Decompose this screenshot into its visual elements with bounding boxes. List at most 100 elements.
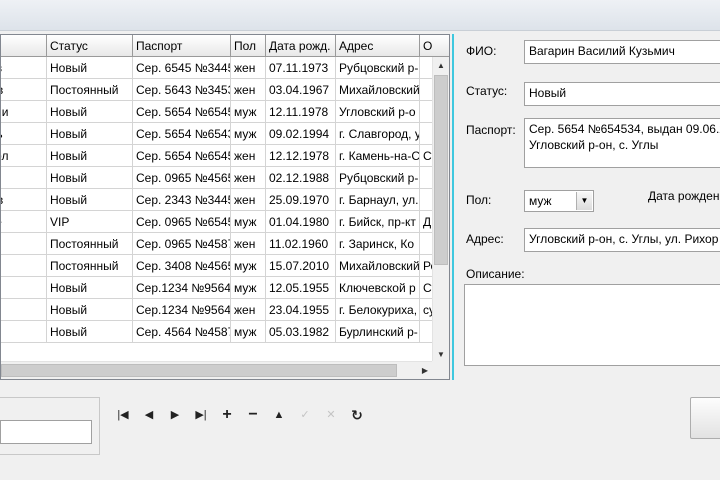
cell-address[interactable]: Рубцовский р-: [336, 57, 420, 79]
cell-status[interactable]: Постоянный: [47, 255, 133, 277]
table-row[interactable]: р Иванов ПостоянныйСер. 5643 №3453жен03.0…: [1, 79, 433, 101]
fio-field[interactable]: Вагарин Василий Кузьмич: [524, 40, 720, 64]
cell-passport[interactable]: Сер. 0965 №4587: [133, 233, 231, 255]
table-row[interactable]: а Петров НовыйСер. 6545 №3445жен07.11.197…: [1, 57, 433, 79]
cell-address[interactable]: г. Барнаул, ул.: [336, 189, 420, 211]
table-row[interactable]: й Василь НовыйСер. 5654 №6543муж09.02.199…: [1, 123, 433, 145]
action-button[interactable]: [690, 397, 720, 439]
scroll-right-icon[interactable]: ▶: [417, 362, 433, 379]
cell-passport[interactable]: Сер. 6545 №3445: [133, 57, 231, 79]
chevron-down-icon[interactable]: ▼: [576, 192, 592, 210]
cell-sex[interactable]: муж: [231, 321, 266, 343]
cell-birthdate[interactable]: 23.04.1955: [266, 299, 336, 321]
cell-name[interactable]: р Иванов: [1, 189, 47, 211]
cell-name[interactable]: ил Арк: [1, 277, 47, 299]
cell-status[interactable]: Новый: [47, 101, 133, 123]
cell-sex[interactable]: жен: [231, 233, 266, 255]
cell-name[interactable]: ида Пав: [1, 233, 47, 255]
table-row[interactable]: теевичНовыйСер. 4564 №4587муж05.03.1982Б…: [1, 321, 433, 343]
cell-birthdate[interactable]: 12.12.1978: [266, 145, 336, 167]
cell-passport[interactable]: Сер. 2343 №3445: [133, 189, 231, 211]
table-row[interactable]: ил Игоре VIPСер. 0965 №6545муж01.04.1980г…: [1, 211, 433, 233]
cell-birthdate[interactable]: 12.11.1978: [266, 101, 336, 123]
table-row[interactable]: на СергеНовыйСер. 0965 №4565жен02.12.198…: [1, 167, 433, 189]
table-row[interactable]: АндреевПостоянныйСер. 3408 №4565муж15.07…: [1, 255, 433, 277]
description-field[interactable]: [464, 284, 720, 366]
cell-status[interactable]: Новый: [47, 277, 133, 299]
cell-passport[interactable]: Сер. 4564 №4587: [133, 321, 231, 343]
cell-passport[interactable]: Сер. 5654 №6545: [133, 101, 231, 123]
cell-birthdate[interactable]: 02.12.1988: [266, 167, 336, 189]
clients-grid[interactable]: Статус Паспорт Пол Дата рожд. Адрес О а …: [0, 34, 450, 380]
post-record-icon[interactable]: ✓: [294, 405, 316, 425]
cell-sex[interactable]: муж: [231, 255, 266, 277]
cell-birthdate[interactable]: 25.09.1970: [266, 189, 336, 211]
table-row[interactable]: р Иванов НовыйСер. 2343 №3445жен25.09.197…: [1, 189, 433, 211]
column-header-address[interactable]: Адрес: [336, 35, 420, 57]
column-header-birthdate[interactable]: Дата рожд.: [266, 35, 336, 57]
grid-horizontal-scrollbar[interactable]: ▶: [1, 361, 433, 379]
table-row[interactable]: а ЛьвовНовыйСер.1234 №9564жен23.04.1955г…: [1, 299, 433, 321]
column-header-status[interactable]: Статус: [47, 35, 133, 57]
cell-sex[interactable]: муж: [231, 123, 266, 145]
vertical-scroll-thumb[interactable]: [434, 75, 448, 265]
cell-sex[interactable]: жен: [231, 57, 266, 79]
sex-select[interactable]: муж ▼: [524, 190, 594, 212]
cancel-record-icon[interactable]: ✕: [320, 405, 342, 425]
first-record-icon[interactable]: |◀: [112, 405, 134, 425]
cell-sex[interactable]: муж: [231, 277, 266, 299]
panel-splitter[interactable]: [452, 34, 454, 380]
cell-status[interactable]: Новый: [47, 321, 133, 343]
cell-address[interactable]: Угловский р-о: [336, 101, 420, 123]
cell-name[interactable]: ил Игоре: [1, 211, 47, 233]
cell-address[interactable]: г. Камень-на-С: [336, 145, 420, 167]
cell-sex[interactable]: муж: [231, 101, 266, 123]
cell-name[interactable]: на Анатол: [1, 145, 47, 167]
cell-status[interactable]: Новый: [47, 299, 133, 321]
cell-passport[interactable]: Сер. 3408 №4565: [133, 255, 231, 277]
cell-birthdate[interactable]: 15.07.2010: [266, 255, 336, 277]
grid-vertical-scrollbar[interactable]: ▲ ▼: [432, 57, 449, 363]
cell-sex[interactable]: жен: [231, 299, 266, 321]
column-header-description[interactable]: О: [420, 35, 449, 57]
cell-birthdate[interactable]: 07.11.1973: [266, 57, 336, 79]
cell-address[interactable]: Михайловский: [336, 79, 420, 101]
cell-sex[interactable]: жен: [231, 79, 266, 101]
cell-passport[interactable]: Сер. 0965 №6545: [133, 211, 231, 233]
cell-birthdate[interactable]: 12.05.1955: [266, 277, 336, 299]
cell-status[interactable]: Постоянный: [47, 79, 133, 101]
cell-passport[interactable]: Сер. 5654 №6543: [133, 123, 231, 145]
table-row[interactable]: ил АркНовыйСер.1234 №9564муж12.05.1955Кл…: [1, 277, 433, 299]
table-row[interactable]: ий Кузьми НовыйСер. 5654 №6545муж12.11.19…: [1, 101, 433, 123]
column-header-name[interactable]: [1, 35, 47, 57]
add-record-icon[interactable]: +: [216, 405, 238, 425]
cell-address[interactable]: Михайловский: [336, 255, 420, 277]
scroll-up-icon[interactable]: ▲: [433, 57, 449, 74]
cell-name[interactable]: й Василь: [1, 123, 47, 145]
cell-name[interactable]: р Иванов: [1, 79, 47, 101]
cell-status[interactable]: Новый: [47, 167, 133, 189]
cell-passport[interactable]: Сер. 5654 №6545: [133, 145, 231, 167]
table-row[interactable]: ида ПавПостоянныйСер. 0965 №4587жен11.02…: [1, 233, 433, 255]
cell-address[interactable]: г. Славгород, у: [336, 123, 420, 145]
edit-record-icon[interactable]: ▲: [268, 405, 290, 425]
cell-address[interactable]: Бурлинский р-: [336, 321, 420, 343]
cell-address[interactable]: г. Заринск, Ко: [336, 233, 420, 255]
prev-record-icon[interactable]: ◀: [138, 405, 160, 425]
passport-field[interactable]: Сер. 5654 №654534, выдан 09.06.2 Угловск…: [524, 118, 720, 168]
search-input[interactable]: [0, 420, 92, 444]
column-header-passport[interactable]: Паспорт: [133, 35, 231, 57]
cell-birthdate[interactable]: 03.04.1967: [266, 79, 336, 101]
cell-passport[interactable]: Сер.1234 №9564: [133, 299, 231, 321]
cell-sex[interactable]: жен: [231, 189, 266, 211]
next-record-icon[interactable]: ▶: [164, 405, 186, 425]
cell-name[interactable]: Андреев: [1, 255, 47, 277]
cell-status[interactable]: Новый: [47, 189, 133, 211]
cell-status[interactable]: VIP: [47, 211, 133, 233]
cell-passport[interactable]: Сер. 5643 №3453: [133, 79, 231, 101]
cell-birthdate[interactable]: 05.03.1982: [266, 321, 336, 343]
horizontal-scroll-thumb[interactable]: [1, 364, 397, 377]
cell-name[interactable]: а Петров: [1, 57, 47, 79]
last-record-icon[interactable]: ▶|: [190, 405, 212, 425]
refresh-icon[interactable]: ↻: [346, 405, 368, 425]
